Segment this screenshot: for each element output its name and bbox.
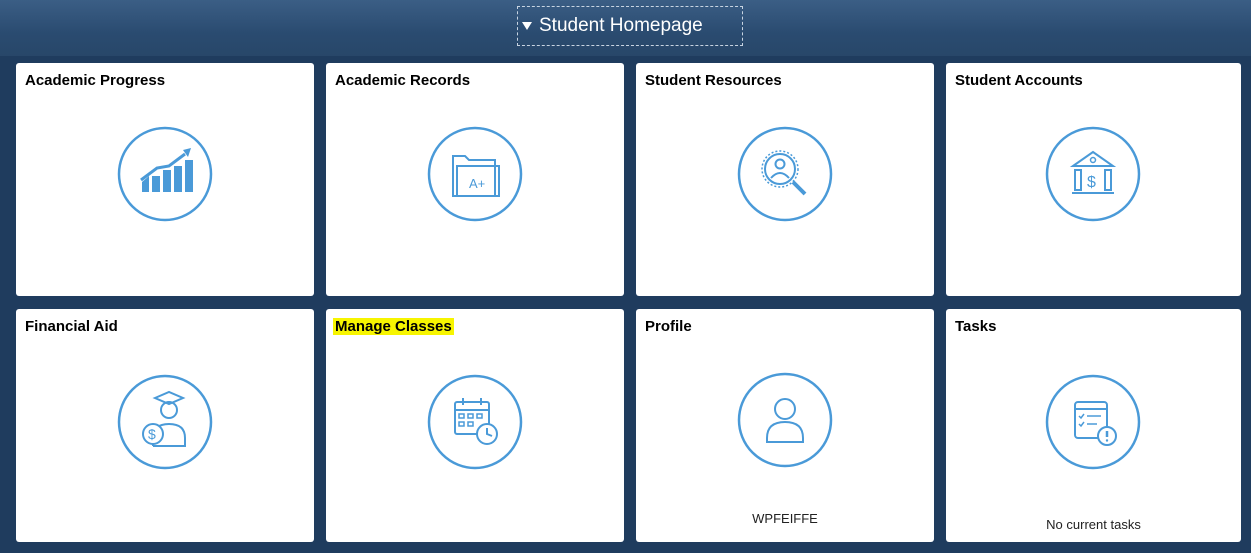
- profile-user-id: WPFEIFFE: [752, 511, 818, 526]
- person-icon: [737, 372, 833, 468]
- graduate-dollar-icon: $: [117, 374, 213, 470]
- tile-academic-records[interactable]: Academic Records A+: [326, 63, 624, 296]
- tile-title: Student Accounts: [955, 72, 1083, 89]
- task-list-alert-icon: [1045, 374, 1141, 470]
- tile-title: Tasks: [955, 318, 997, 335]
- tile-title: Manage Classes: [333, 318, 454, 335]
- tile-tasks[interactable]: Tasks No current tasks: [946, 309, 1241, 542]
- tile-academic-progress[interactable]: Academic Progress: [16, 63, 314, 296]
- bank-dollar-icon: $: [1045, 126, 1141, 222]
- folder-grade-icon: A+: [427, 126, 523, 222]
- tile-title: Profile: [645, 318, 692, 335]
- tile-grid: Academic Progress Academic Records A+ St…: [0, 0, 1251, 553]
- tasks-status-text: No current tasks: [1046, 517, 1141, 532]
- tile-financial-aid[interactable]: Financial Aid $: [16, 309, 314, 542]
- svg-text:$: $: [148, 426, 156, 442]
- tile-title: Academic Progress: [25, 72, 166, 89]
- calendar-clock-icon: [427, 374, 523, 470]
- tile-student-resources[interactable]: Student Resources: [636, 63, 934, 296]
- tile-profile[interactable]: Profile WPFEIFFE: [636, 309, 934, 542]
- svg-text:A+: A+: [469, 176, 485, 191]
- svg-text:$: $: [1087, 174, 1096, 191]
- tile-title: Student Resources: [645, 72, 782, 89]
- search-person-icon: [737, 126, 833, 222]
- tile-student-accounts[interactable]: Student Accounts $: [946, 63, 1241, 296]
- tile-title: Academic Records: [335, 72, 471, 89]
- chart-trend-up-icon: [117, 126, 213, 222]
- tile-manage-classes[interactable]: Manage Classes: [326, 309, 624, 542]
- tile-title: Financial Aid: [25, 318, 118, 335]
